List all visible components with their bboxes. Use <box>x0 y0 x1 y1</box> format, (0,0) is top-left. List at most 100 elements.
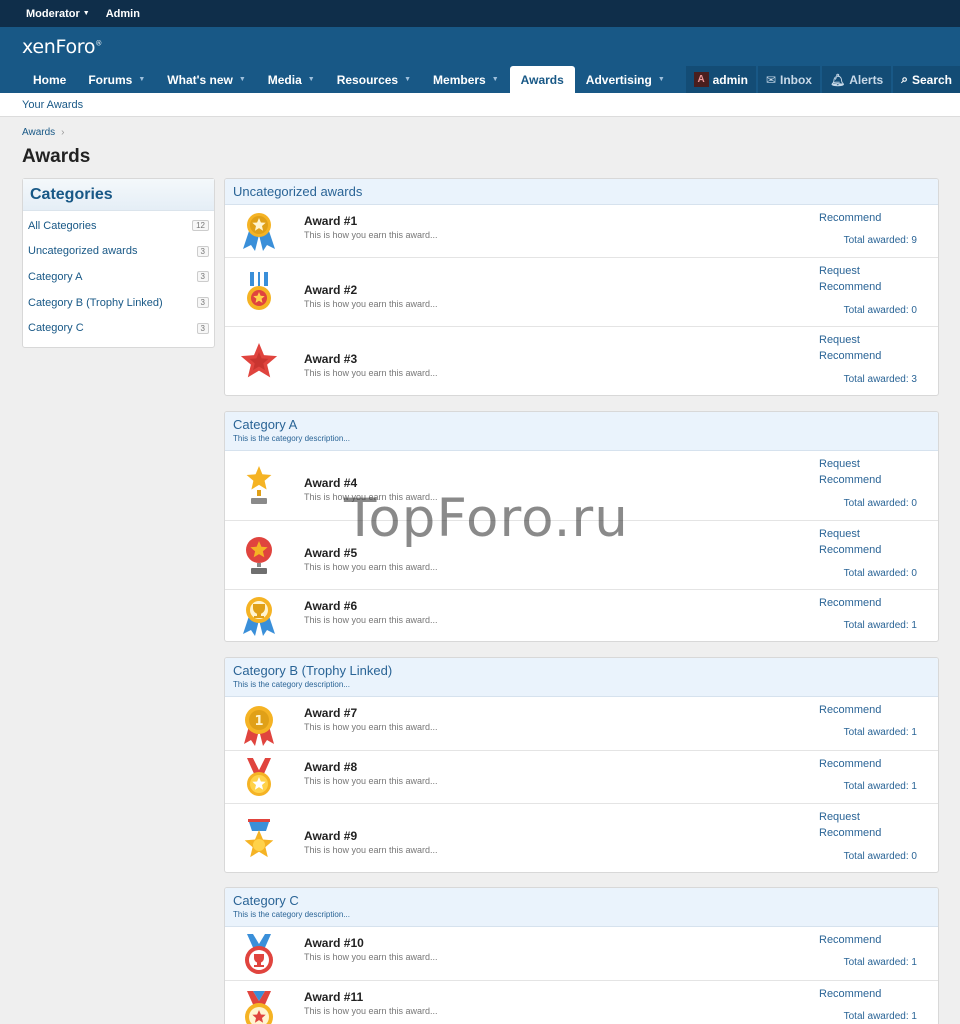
recommend-link[interactable]: Recommend <box>819 934 901 950</box>
search-button[interactable]: ⌕ Search <box>893 66 960 93</box>
account-button[interactable]: Aadmin <box>685 66 756 93</box>
alerts-button[interactable]: 🔔︎ Alerts <box>821 66 892 93</box>
block-title[interactable]: Category C <box>233 893 930 908</box>
gold-star-medal-icon <box>239 756 279 800</box>
award-name[interactable]: Award #3 <box>304 352 357 366</box>
award-row: Award #9 This is how you earn this award.… <box>225 803 938 872</box>
request-link[interactable]: Request <box>819 528 901 544</box>
red-star-icon <box>239 340 279 384</box>
recommend-link[interactable]: Recommend <box>819 281 901 297</box>
award-row: Award #5 This is how you earn this award.… <box>225 520 938 589</box>
sidebar-item[interactable]: All Categories 12 <box>23 213 214 239</box>
award-name[interactable]: Award #5 <box>304 546 357 560</box>
sidebar-item[interactable]: Uncategorized awards 3 <box>23 239 214 265</box>
award-row: Award #3 This is how you earn this award.… <box>225 326 938 395</box>
nav-tab-label: Members <box>433 72 486 87</box>
award-name[interactable]: Award #8 <box>304 760 357 774</box>
star-trophy-icon <box>239 464 279 508</box>
total-awarded[interactable]: Total awarded: 1 <box>844 957 917 968</box>
sidebar-item[interactable]: Category A 3 <box>23 264 214 290</box>
recommend-link[interactable]: Recommend <box>819 988 901 1004</box>
recommend-link[interactable]: Recommend <box>819 212 901 228</box>
total-awarded[interactable]: Total awarded: 0 <box>844 568 917 579</box>
recommend-link[interactable]: Recommend <box>819 827 901 843</box>
sidebar-item[interactable]: Category B (Trophy Linked) 3 <box>23 290 214 316</box>
sidebar-item-label: Category B (Trophy Linked) <box>28 296 163 309</box>
total-awarded[interactable]: Total awarded: 1 <box>844 727 917 738</box>
award-actions: Recommend <box>819 704 901 720</box>
chevron-down-icon[interactable]: ▼ <box>308 76 315 83</box>
award-description: This is how you earn this award... <box>304 776 438 786</box>
inbox-button[interactable]: ✉ Inbox <box>757 66 820 93</box>
nav-tab-resources[interactable]: Resources ▼ <box>326 66 422 93</box>
request-link[interactable]: Request <box>819 811 901 827</box>
count-badge: 3 <box>196 297 209 309</box>
award-actions: Request Recommend <box>819 334 901 366</box>
sidebar-title: Categories <box>23 179 214 211</box>
award-category-block: Category C This is the category descripti… <box>224 887 939 1024</box>
award-category-block: Uncategorized awards Award #1 This is how … <box>224 178 939 396</box>
award-name[interactable]: Award #10 <box>304 936 364 950</box>
total-awarded[interactable]: Total awarded: 3 <box>844 374 917 385</box>
chevron-down-icon[interactable]: ▼ <box>239 76 246 83</box>
admin-link[interactable]: Admin <box>106 8 140 20</box>
award-name[interactable]: Award #6 <box>304 599 357 613</box>
category-description: This is the category description... <box>233 434 350 443</box>
chevron-down-icon[interactable]: ▼ <box>492 76 499 83</box>
total-awarded[interactable]: Total awarded: 1 <box>844 620 917 631</box>
award-name[interactable]: Award #9 <box>304 829 357 843</box>
award-name[interactable]: Award #11 <box>304 990 363 1004</box>
recommend-link[interactable]: Recommend <box>819 350 901 366</box>
request-link[interactable]: Request <box>819 265 901 281</box>
nav-tab-awards[interactable]: Awards <box>509 66 575 93</box>
chevron-down-icon[interactable]: ▼ <box>138 76 145 83</box>
recommend-link[interactable]: Recommend <box>819 597 901 613</box>
recommend-link[interactable]: Recommend <box>819 758 901 774</box>
award-description: This is how you earn this award... <box>304 562 438 572</box>
site-logo[interactable]: xenForo® <box>22 36 102 58</box>
bell-icon: 🔔︎ <box>829 72 846 87</box>
award-description: This is how you earn this award... <box>304 615 438 625</box>
avatar: A <box>693 72 709 87</box>
search-label: Search <box>911 72 952 87</box>
sidebar-item[interactable]: Category C 3 <box>23 315 214 341</box>
award-description: This is how you earn this award... <box>304 299 438 309</box>
chevron-down-icon[interactable]: ▼ <box>404 76 411 83</box>
nav-tab-media[interactable]: Media ▼ <box>257 66 326 93</box>
total-awarded[interactable]: Total awarded: 0 <box>844 305 917 316</box>
total-awarded[interactable]: Total awarded: 1 <box>844 781 917 792</box>
block-title[interactable]: Uncategorized awards <box>233 184 930 199</box>
nav-tab-forums[interactable]: Forums ▼ <box>77 66 156 93</box>
logo-text: xenForo <box>22 36 96 58</box>
total-awarded[interactable]: Total awarded: 1 <box>844 1011 917 1022</box>
total-awarded[interactable]: Total awarded: 9 <box>844 235 917 246</box>
breadcrumb-awards[interactable]: Awards <box>22 127 55 138</box>
nav-tab-label: Media <box>267 72 302 87</box>
moderator-menu[interactable]: Moderator ▼ <box>26 8 90 20</box>
request-link[interactable]: Request <box>819 458 901 474</box>
nav-tab-advertising[interactable]: Advertising ▼ <box>575 66 676 93</box>
block-title[interactable]: Category A <box>233 417 930 432</box>
award-row: Award #11 This is how you earn this award… <box>225 980 938 1024</box>
first-place-medal-icon: 1 <box>239 702 279 746</box>
recommend-link[interactable]: Recommend <box>819 544 901 560</box>
your-awards-link[interactable]: Your Awards <box>22 99 83 111</box>
user-nav: Aadmin ✉ Inbox 🔔︎ Alerts ⌕ Search <box>684 66 960 93</box>
count-badge: 12 <box>192 220 209 232</box>
nav-tab-what-s-new[interactable]: What's new ▼ <box>156 66 256 93</box>
recommend-link[interactable]: Recommend <box>819 474 901 490</box>
block-title[interactable]: Category B (Trophy Linked) <box>233 663 930 678</box>
chevron-down-icon[interactable]: ▼ <box>658 76 665 83</box>
nav-tab-members[interactable]: Members ▼ <box>422 66 510 93</box>
nav-tab-home[interactable]: Home <box>22 66 77 93</box>
total-awarded[interactable]: Total awarded: 0 <box>844 498 917 509</box>
count-badge: 3 <box>196 245 209 257</box>
award-name[interactable]: Award #7 <box>304 706 357 720</box>
request-link[interactable]: Request <box>819 334 901 350</box>
recommend-link[interactable]: Recommend <box>819 704 901 720</box>
award-name[interactable]: Award #4 <box>304 476 357 490</box>
block-header: Category B (Trophy Linked) This is the ca… <box>225 658 938 697</box>
total-awarded[interactable]: Total awarded: 0 <box>844 851 917 862</box>
award-name[interactable]: Award #1 <box>304 214 357 228</box>
award-name[interactable]: Award #2 <box>304 283 357 297</box>
